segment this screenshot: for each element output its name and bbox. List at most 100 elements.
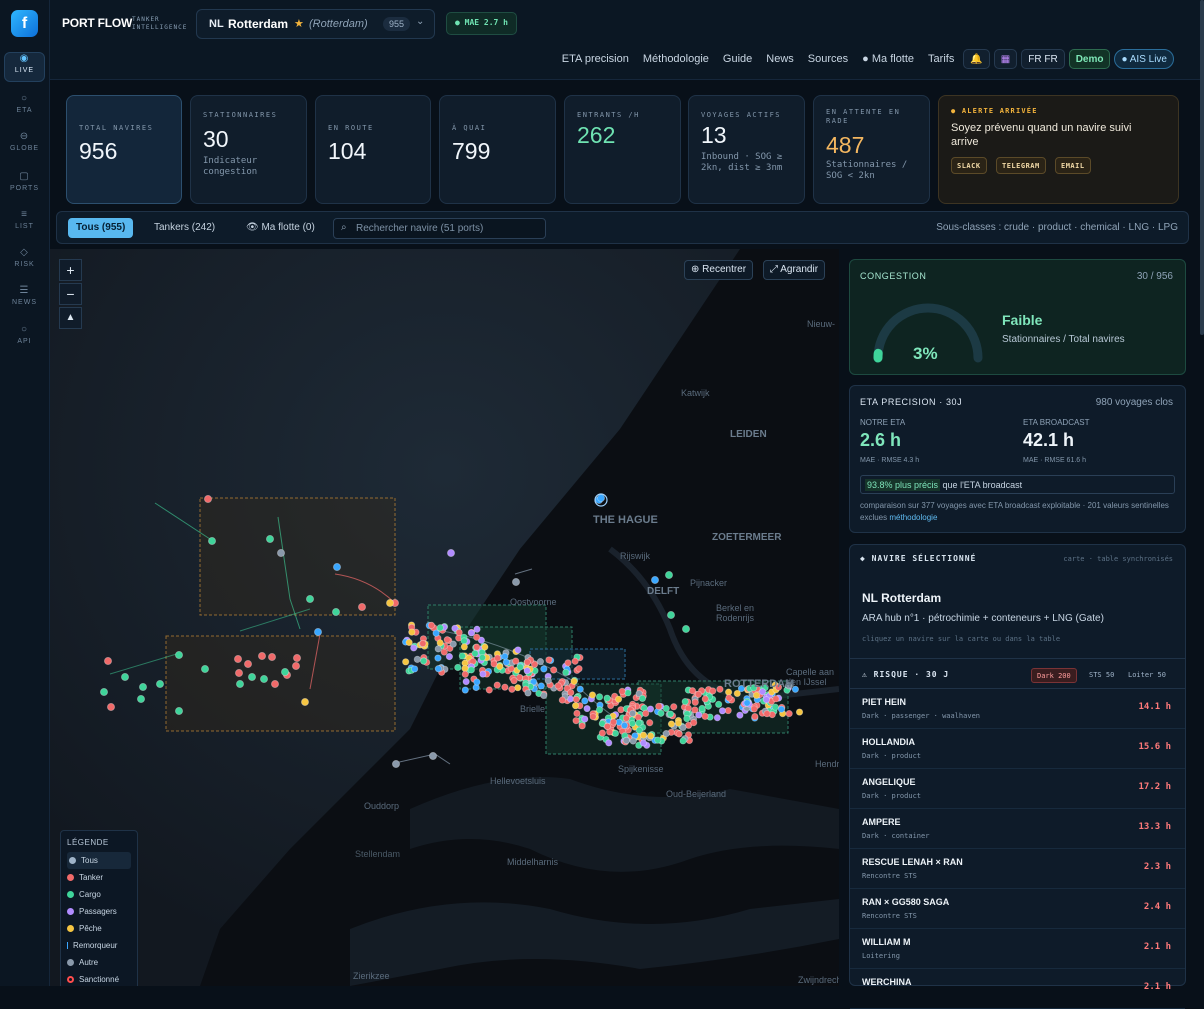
vessel-marker[interactable] (440, 648, 448, 656)
vessel-marker[interactable] (467, 629, 476, 637)
vessel-marker[interactable] (267, 652, 276, 661)
vessel-marker[interactable] (578, 722, 586, 730)
slack-button[interactable]: SLACK (951, 157, 987, 174)
demo-button[interactable]: Demo (1068, 49, 1111, 69)
vessel-marker[interactable] (667, 720, 676, 728)
vessel-marker[interactable] (305, 594, 314, 603)
vessel-marker[interactable] (156, 679, 165, 688)
vessel-marker[interactable] (234, 668, 243, 677)
vessel-marker[interactable] (200, 664, 209, 673)
vessel-marker[interactable] (540, 691, 548, 700)
vessel-marker[interactable] (718, 707, 727, 715)
vessel-marker[interactable] (646, 719, 654, 727)
vessel-marker[interactable] (473, 643, 481, 651)
vessel-marker[interactable] (331, 607, 340, 616)
vessel-marker[interactable] (684, 704, 692, 712)
nav-news[interactable]: News (761, 53, 799, 65)
vessel-marker[interactable] (473, 633, 481, 641)
vessel-marker[interactable] (203, 494, 212, 503)
star-icon[interactable]: ★ (294, 17, 304, 30)
vessel-marker[interactable] (562, 668, 570, 677)
vessel-marker[interactable] (514, 684, 522, 692)
vessel-marker[interactable] (638, 694, 647, 703)
vessel-marker[interactable] (785, 710, 793, 718)
vessel-marker[interactable] (691, 698, 699, 706)
risk-row[interactable]: WILLIAM M Loitering 2.1 h (850, 929, 1185, 969)
vessel-marker[interactable] (243, 659, 252, 668)
vessel-marker[interactable] (667, 610, 676, 619)
vessel-marker[interactable] (544, 676, 552, 685)
vessel-marker[interactable] (629, 709, 637, 717)
vessel-marker[interactable] (292, 653, 301, 662)
vessel-marker[interactable] (485, 686, 493, 694)
vessel-marker[interactable] (567, 688, 575, 697)
vessel-marker[interactable] (276, 548, 285, 557)
risk-row[interactable]: RAN × GG580 SAGA Rencontre STS 2.4 h (850, 889, 1185, 929)
vessel-marker[interactable] (670, 703, 678, 711)
vessel-marker[interactable] (510, 677, 518, 685)
vessel-marker[interactable] (620, 721, 629, 730)
vessel-marker[interactable] (795, 708, 804, 716)
vessel-marker[interactable] (618, 687, 626, 695)
stat-total-navires[interactable]: TOTAL NAVIRES 956 (66, 95, 182, 204)
vessel-marker[interactable] (683, 714, 691, 723)
vessel-marker[interactable] (595, 693, 604, 701)
vessel-marker[interactable] (655, 702, 663, 710)
vessel-marker[interactable] (175, 650, 184, 659)
stat-a-quai[interactable]: À QUAI 799 (439, 95, 556, 204)
vessel-marker[interactable] (603, 694, 611, 702)
vessel-marker[interactable] (137, 694, 146, 703)
tab-tankers[interactable]: Tankers (242) (146, 218, 223, 238)
vessel-marker[interactable] (690, 719, 698, 727)
vessel-marker[interactable] (523, 667, 531, 675)
rail-item-eta[interactable]: ○ ETA (4, 93, 45, 123)
vessel-marker[interactable] (270, 679, 279, 688)
vessel-marker[interactable] (657, 709, 665, 717)
vessel-marker[interactable] (473, 678, 481, 686)
vessel-marker[interactable] (639, 731, 648, 739)
vessel-marker[interactable] (639, 739, 648, 747)
rail-item-live[interactable]: ◉ LIVE (4, 52, 45, 82)
zoom-out-button[interactable]: − (59, 283, 82, 305)
vessel-marker[interactable] (709, 687, 717, 695)
vessel-marker[interactable] (642, 709, 650, 717)
vessel-marker[interactable] (233, 654, 242, 663)
rail-item-globe[interactable]: ⊖ GLOBE (4, 131, 45, 161)
vessel-marker[interactable] (428, 751, 437, 760)
vessel-marker[interactable] (743, 699, 751, 707)
calendar-button[interactable]: ▦ (993, 49, 1018, 69)
app-logo[interactable]: f (11, 10, 38, 37)
risk-row[interactable]: AMPERE Dark · container 13.3 h (850, 809, 1185, 849)
legend-item[interactable]: Remorqueur (67, 937, 131, 954)
legend-item[interactable]: Sanctionné (67, 971, 131, 986)
vessel-marker[interactable] (624, 689, 632, 697)
vessel-marker[interactable] (121, 672, 130, 681)
vessel-marker[interactable] (175, 706, 184, 715)
vessel-marker[interactable] (666, 710, 675, 718)
vessel-marker[interactable] (502, 658, 510, 666)
port-selector[interactable]: NL Rotterdam ★ (Rotterdam) 955 ⌄ (196, 9, 435, 39)
legend-item[interactable]: Tanker (67, 869, 131, 886)
vessel-marker[interactable] (427, 621, 436, 629)
vessel-marker[interactable] (420, 657, 428, 665)
vessel-marker[interactable] (490, 660, 498, 668)
vessel-marker[interactable] (564, 659, 572, 667)
vessel-marker[interactable] (460, 643, 468, 651)
vessel-marker[interactable] (540, 665, 548, 673)
vessel-marker[interactable] (688, 687, 697, 695)
vessel-marker[interactable] (647, 732, 655, 740)
vessel-marker[interactable] (554, 682, 562, 690)
vessel-marker[interactable] (523, 658, 532, 666)
vessel-marker[interactable] (461, 686, 469, 694)
vessel-marker[interactable] (471, 649, 479, 658)
stat-entrants[interactable]: ENTRANTS /H 262 (564, 95, 681, 204)
vessel-marker[interactable] (434, 654, 442, 662)
vessel-marker[interactable] (300, 697, 309, 706)
vessel-marker[interactable] (725, 694, 733, 702)
legend-item[interactable]: Autre (67, 954, 131, 971)
vessel-marker[interactable] (461, 670, 469, 678)
vessel-marker[interactable] (478, 653, 486, 662)
vessel-marker[interactable] (635, 719, 643, 727)
stat-en-attente[interactable]: EN ATTENTE EN RADE 487 Stationnaires / S… (813, 95, 930, 204)
rail-item-ports[interactable]: ▢ PORTS (4, 171, 45, 201)
